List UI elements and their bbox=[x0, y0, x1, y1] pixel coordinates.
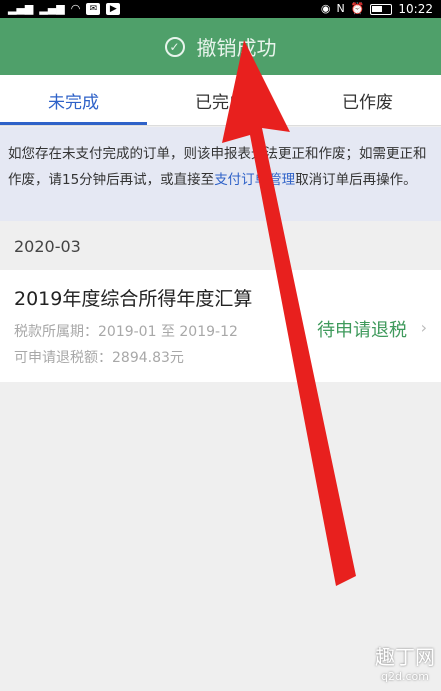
nfc-icon: N bbox=[336, 2, 345, 15]
tab-completed[interactable]: 已完成 bbox=[147, 75, 294, 125]
payment-order-link[interactable]: 支付订单管理 bbox=[214, 172, 295, 188]
order-tabs: 未完成 已完成 已作废 bbox=[0, 75, 441, 126]
success-toast: ✓ 撤销成功 bbox=[0, 18, 441, 75]
order-card[interactable]: 2019年度综合所得年度汇算 税款所属期：2019-01 至 2019-12 可… bbox=[0, 270, 441, 382]
toast-text: 撤销成功 bbox=[196, 36, 277, 60]
status-bar: ▂▄▆ ▂▄▆ ◠ ✉ ▶ ◉ N ⏰ 10:22 bbox=[0, 0, 441, 18]
alarm-icon: ⏰ bbox=[350, 2, 365, 15]
notice-box: 如您存在未支付完成的订单，则该申报表无法更正和作废；如需更正和作废，请15分钟后… bbox=[0, 127, 441, 221]
wifi-icon: ◠ bbox=[70, 2, 81, 15]
signal-icon: ▂▄▆ bbox=[8, 2, 34, 15]
site-watermark: 趣丁网 q2d.com bbox=[375, 641, 435, 683]
tab-voided[interactable]: 已作废 bbox=[294, 75, 441, 125]
check-circle-icon: ✓ bbox=[164, 36, 185, 57]
order-title: 2019年度综合所得年度汇算 bbox=[14, 288, 253, 310]
status-time: 10:22 bbox=[398, 2, 433, 16]
signal-icon: ▂▄▆ bbox=[39, 2, 65, 15]
watermark-title: 趣丁网 bbox=[375, 645, 435, 669]
month-header: 2020-03 bbox=[0, 222, 441, 270]
order-refund: 可申请退税额：2894.83元 bbox=[14, 350, 184, 366]
message-icon: ✉ bbox=[86, 3, 101, 15]
notice-text-tail: 取消订单后再操作。 bbox=[295, 172, 417, 188]
chevron-right-icon: › bbox=[420, 318, 427, 337]
tab-incomplete[interactable]: 未完成 bbox=[0, 75, 147, 125]
order-status: 待申请退税 bbox=[317, 320, 407, 341]
eye-icon: ◉ bbox=[320, 2, 331, 15]
watermark-url: q2d.com bbox=[381, 670, 429, 683]
app-icon: ▶ bbox=[106, 3, 121, 15]
battery-icon bbox=[370, 3, 393, 15]
